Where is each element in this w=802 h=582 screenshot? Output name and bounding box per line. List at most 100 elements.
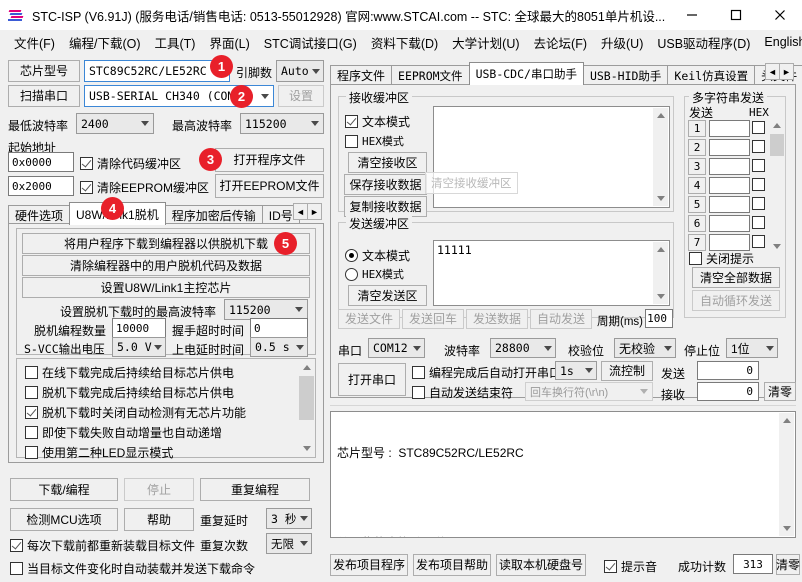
clear-code-buffer-checkbox[interactable]: 清除代码缓冲区 [80, 155, 181, 172]
receive-text-mode-checkbox[interactable]: 文本模式 [345, 113, 410, 130]
chevron-down-icon[interactable] [290, 300, 307, 319]
chevron-down-icon[interactable] [540, 339, 555, 357]
scroll-down-icon[interactable] [299, 441, 314, 456]
menu-program-download[interactable]: 编程/下载(O) [62, 31, 148, 54]
multistring-hex-checkbox[interactable] [752, 235, 765, 248]
scroll-down-icon[interactable] [653, 191, 668, 206]
send-return-button[interactable]: 发送回车 [402, 309, 464, 329]
multistring-hex-checkbox[interactable] [752, 121, 765, 134]
scroll-up-icon[interactable] [299, 360, 314, 375]
send-scrollbar[interactable] [653, 242, 668, 304]
option-increment-on-failure-checkbox[interactable]: 即使下载失败自动增量也自动递增 [25, 424, 222, 441]
serial-port-select[interactable]: COM12 [368, 338, 425, 358]
option-offline-keep-power-checkbox[interactable]: 脱机下载完成后持续给目标芯片供电 [25, 384, 234, 401]
receive-scrollbar[interactable] [653, 108, 668, 206]
eeprom-start-address-input[interactable]: 0x2000 [8, 176, 74, 196]
scroll-up-icon[interactable] [779, 413, 794, 428]
multistring-index-button[interactable]: 3 [688, 158, 706, 175]
tab-encrypted-transfer[interactable]: 程序加密后传输 [164, 205, 263, 225]
flow-control-button[interactable]: 流控制 [601, 361, 653, 381]
publish-project-help-button[interactable]: 发布项目帮助 [413, 554, 491, 576]
serial-stopbit-select[interactable]: 1位 [726, 338, 778, 358]
chevron-down-icon[interactable] [409, 339, 424, 357]
menu-downloads[interactable]: 资料下载(D) [364, 31, 445, 54]
handshake-timeout-input[interactable]: 0 [250, 318, 308, 338]
send-file-button[interactable]: 发送文件 [338, 309, 400, 329]
multistring-input[interactable] [709, 158, 750, 175]
download-to-programmer-button[interactable]: 将用户程序下载到编程器以供脱机下载 [22, 233, 310, 254]
publish-project-program-button[interactable]: 发布项目程序 [330, 554, 408, 576]
menu-usb-driver[interactable]: USB驱动程序(D) [650, 31, 757, 54]
chevron-down-icon[interactable] [136, 114, 153, 133]
repeat-delay-combo[interactable]: 3 秒 [266, 508, 312, 529]
clear-send-button[interactable]: 清空发送区 [348, 285, 427, 306]
chip-model-combo[interactable]: STC89C52RC/LE52RC [84, 60, 230, 82]
open-serial-port-button[interactable]: 打开串口 [338, 363, 406, 396]
options-scrollbar[interactable] [299, 360, 314, 456]
auto-send-button[interactable]: 自动发送 [530, 309, 592, 329]
auto-open-after-program-checkbox[interactable]: 编程完成后自动打开串口 [412, 364, 561, 381]
chevron-down-icon[interactable] [256, 86, 273, 106]
send-hex-mode-radio[interactable]: HEX模式 [345, 266, 404, 282]
send-data-button[interactable]: 发送数据 [466, 309, 528, 329]
send-textarea[interactable]: 11111 [433, 240, 670, 306]
serial-baud-select[interactable]: 28800 [490, 338, 556, 358]
chevron-down-icon[interactable] [293, 338, 307, 356]
close-button[interactable] [758, 0, 802, 30]
scroll-up-icon[interactable] [770, 118, 784, 132]
multistring-hex-checkbox[interactable] [752, 197, 765, 210]
multistring-index-button[interactable]: 5 [688, 196, 706, 213]
download-program-button[interactable]: 下载/编程 [10, 478, 118, 501]
multistring-index-button[interactable]: 4 [688, 177, 706, 194]
save-receive-data-button[interactable]: 保存接收数据 [344, 174, 427, 195]
multistring-input[interactable] [709, 196, 750, 213]
tab-keil-emulation-settings[interactable]: Keil仿真设置 [667, 65, 756, 85]
chevron-down-icon[interactable] [582, 362, 596, 379]
set-main-chip-button[interactable]: 设置U8W/Link1主控芯片 [22, 277, 310, 298]
menu-university-plan[interactable]: 大学计划(U) [445, 31, 526, 54]
auto-send-terminator-checkbox[interactable]: 自动发送结束符 [412, 384, 513, 401]
chevron-down-icon[interactable] [306, 114, 323, 133]
offline-count-input[interactable]: 10000 [112, 318, 166, 338]
open-eeprom-file-button[interactable]: 打开EEPROM文件 [215, 174, 324, 198]
chevron-down-icon[interactable] [297, 509, 311, 528]
open-program-file-button[interactable]: 打开程序文件 [215, 148, 324, 172]
send-period-input[interactable]: 100 [645, 309, 673, 328]
chevron-down-icon[interactable] [762, 339, 777, 357]
tab-usb-hid-assistant[interactable]: USB-HID助手 [582, 65, 669, 85]
scroll-up-icon[interactable] [653, 108, 668, 123]
port-settings-button[interactable]: 设置 [278, 85, 324, 107]
scroll-up-icon[interactable] [653, 242, 668, 257]
multistring-input[interactable] [709, 234, 750, 251]
multistring-hex-checkbox[interactable] [752, 159, 765, 172]
menu-forum[interactable]: 去论坛(F) [527, 31, 594, 54]
receive-hex-mode-checkbox[interactable]: HEX模式 [345, 133, 404, 149]
pin-count-combo[interactable]: Auto [276, 60, 324, 82]
chevron-down-icon[interactable] [635, 383, 652, 400]
scrollbar-thumb[interactable] [770, 134, 784, 156]
scroll-down-icon[interactable] [770, 239, 784, 253]
multistring-hex-checkbox[interactable] [752, 140, 765, 153]
tab-usb-cdc-serial-assistant[interactable]: USB-CDC/串口助手 [468, 62, 584, 85]
info-scrollbar[interactable] [779, 413, 794, 536]
multistring-input[interactable] [709, 120, 750, 137]
menu-file[interactable]: 文件(F) [7, 31, 62, 54]
reload-before-download-checkbox[interactable]: 每次下载前都重新装载目标文件 [10, 537, 195, 554]
copy-receive-data-button[interactable]: 复制接收数据 [344, 196, 427, 217]
tab-scroll-right-icon[interactable]: ► [307, 203, 322, 220]
menu-english[interactable]: English [757, 33, 802, 51]
stop-button[interactable]: 停止 [124, 478, 194, 501]
offline-max-baud-combo[interactable]: 115200 [224, 299, 308, 320]
svcc-output-combo[interactable]: 5.0 V [112, 337, 166, 357]
minimize-button[interactable] [670, 0, 714, 30]
tab-scroll-left-icon[interactable]: ◄ [293, 203, 308, 220]
min-baud-combo[interactable]: 2400 [76, 113, 154, 134]
tab-scroll-left-icon[interactable]: ◄ [765, 63, 780, 80]
tab-program-file[interactable]: 程序文件 [330, 65, 393, 85]
option-second-led-mode-checkbox[interactable]: 使用第二种LED显示模式 [25, 444, 173, 461]
repeat-program-button[interactable]: 重复编程 [200, 478, 310, 501]
multistring-input[interactable] [709, 139, 750, 156]
tab-eeprom-file[interactable]: EEPROM文件 [391, 65, 470, 85]
option-online-keep-power-checkbox[interactable]: 在线下载完成后持续给目标芯片供电 [25, 364, 234, 381]
scroll-down-icon[interactable] [779, 521, 794, 536]
